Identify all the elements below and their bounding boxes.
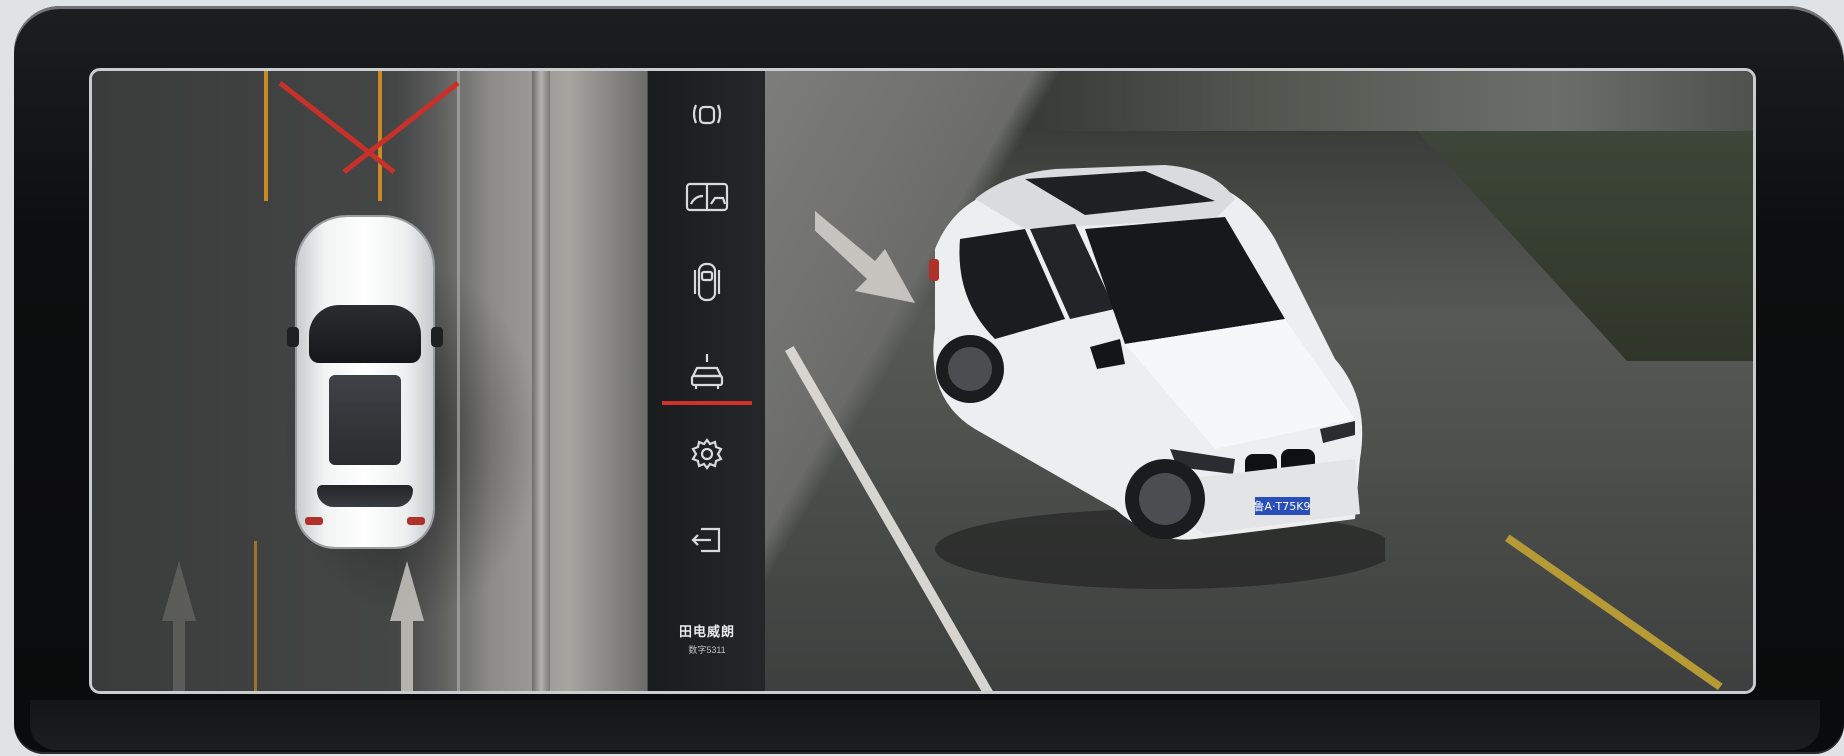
split-view-icon — [685, 182, 729, 212]
road-arrow-icon — [390, 561, 424, 691]
car-top-view — [287, 217, 443, 547]
sunroof — [329, 375, 401, 465]
parking-guide-left — [264, 71, 268, 201]
front-camera-button[interactable] — [682, 93, 732, 135]
settings-button[interactable] — [682, 433, 732, 475]
brand-logo: 田电威朗 数字5311 — [648, 621, 766, 656]
taillight-right — [407, 517, 425, 525]
brand-name: 田电威朗 — [678, 624, 735, 639]
license-plate: 鲁A·T75K9 — [1254, 499, 1311, 513]
rear-glass — [317, 485, 413, 507]
curb — [532, 71, 550, 691]
top-view-button[interactable] — [682, 261, 732, 303]
no-parking-x-mark — [278, 81, 460, 174]
car-front-view-icon — [690, 354, 724, 389]
lane-line-bottom — [254, 541, 257, 691]
bezel-bottom — [30, 700, 1820, 750]
right-mirror — [431, 327, 443, 347]
3d-camera-view[interactable]: 鲁A·T75K9 — [765, 71, 1753, 691]
top-view-car-icon — [693, 262, 721, 302]
suv-3d-model: 鲁A·T75K9 — [929, 165, 1385, 589]
road-arrow-icon — [815, 211, 915, 303]
road-arrow-faded-icon — [162, 561, 196, 691]
exit-button[interactable] — [682, 519, 732, 561]
brand-subtitle: 数字5311 — [688, 645, 726, 655]
car-front-view-button[interactable] — [662, 351, 752, 405]
split-view-button[interactable] — [682, 176, 732, 218]
exit-icon — [691, 527, 721, 553]
bird-eye-view[interactable] — [92, 71, 647, 691]
taillight-left — [305, 517, 323, 525]
windshield — [309, 305, 421, 363]
settings-gear-icon — [691, 438, 723, 470]
surround-view-screen: 田电威朗 数字5311 鲁A·T75K9 — [89, 68, 1756, 694]
left-mirror — [287, 327, 299, 347]
front-camera-icon — [692, 104, 722, 125]
camera-mode-menu: 田电威朗 数字5311 — [647, 71, 767, 691]
